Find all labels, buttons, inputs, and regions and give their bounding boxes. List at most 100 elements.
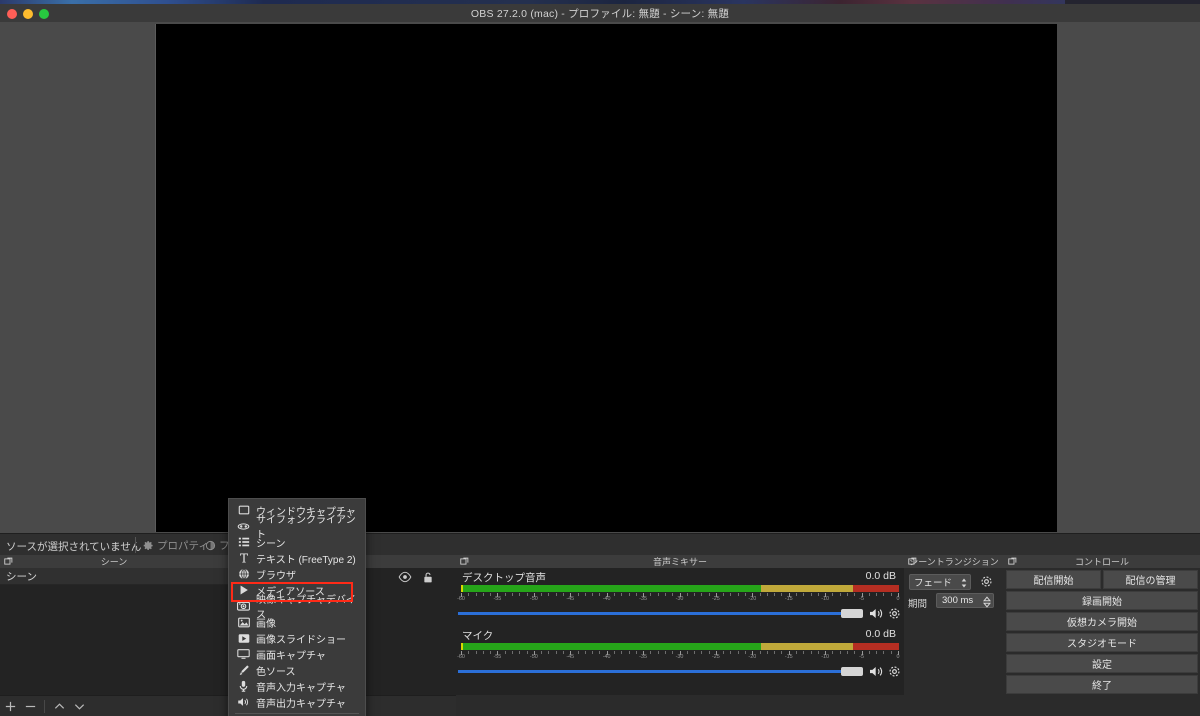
lock-icon[interactable] <box>422 571 434 585</box>
scenes-footer <box>0 695 228 716</box>
controls-dock-title: コントロール <box>1004 555 1200 568</box>
add-source-context-menu[interactable]: ウィンドウキャプチャ サイフォンクライアント シーン T テキスト (FreeType … <box>228 498 366 716</box>
meter-tick-label: -35 <box>639 654 647 660</box>
footer-divider <box>44 699 45 713</box>
scenes-list[interactable]: シーン <box>0 568 228 695</box>
play-icon <box>237 584 250 597</box>
volume-meter <box>461 585 899 592</box>
mixer-track-name: デスクトップ音声 <box>462 572 546 584</box>
menu-item-label: 画像スライドショー <box>256 634 346 646</box>
stepper-icon[interactable] <box>983 596 991 608</box>
meter-tick-label: 0 <box>896 654 900 660</box>
globe-icon <box>237 568 250 581</box>
display-icon <box>237 648 250 661</box>
mixer-dock-title: 音声ミキサー <box>456 555 904 568</box>
meter-tick-label: -15 <box>784 596 793 602</box>
source-status-label: ソースが選択されていません <box>6 541 142 553</box>
scene-name: シーン <box>6 570 37 583</box>
menu-item-2[interactable]: サイフォンクライアント <box>229 515 365 541</box>
slideshow-icon <box>237 632 250 645</box>
preview-canvas[interactable] <box>155 24 1057 532</box>
transition-settings-gear-icon[interactable] <box>980 575 993 588</box>
settings-button[interactable]: 設定 <box>1006 654 1198 673</box>
menu-item-4[interactable]: T テキスト (FreeType 2) <box>229 550 365 566</box>
volume-meter <box>461 643 899 650</box>
menu-item-label: 音声入力キャプチャ <box>256 682 346 694</box>
move-scene-down-button[interactable] <box>69 696 89 716</box>
meter-tick-label: -50 <box>529 596 538 602</box>
start-virtual-camera-button[interactable]: 仮想カメラ開始 <box>1006 612 1198 631</box>
speaker-icon <box>237 696 250 709</box>
menu-item-7[interactable]: 映像キャプチャデバイス <box>229 595 365 621</box>
meter-tick-label: -25 <box>712 654 720 660</box>
manage-broadcast-button[interactable]: 配信の管理 <box>1103 570 1198 589</box>
transition-select[interactable]: フェード <box>909 574 971 590</box>
meter-tick-label: -40 <box>602 596 611 602</box>
chevron-updown-icon[interactable] <box>960 577 968 589</box>
meter-tick-label: -20 <box>748 654 757 660</box>
meter-scale: -60 -55 -50 -45 -40 -35 -30 -25 -20 -15 -10 -5 0 <box>457 593 900 602</box>
menu-item-12[interactable]: 音声入力キャプチャ <box>229 678 365 694</box>
remove-scene-button[interactable] <box>20 696 40 716</box>
exit-button[interactable]: 終了 <box>1006 675 1198 694</box>
volume-slider[interactable] <box>456 605 904 621</box>
scenes-dock-title: シーン <box>0 555 228 568</box>
undock-icon[interactable] <box>908 557 917 566</box>
speaker-icon[interactable] <box>868 607 885 620</box>
scene-transitions-dock: シーントランジション フェード 期間 300 ms <box>904 555 1004 716</box>
source-toolbar: ソースが選択されていません プロパティ フィ <box>0 533 1200 555</box>
controls-title-label: コントロール <box>1074 557 1129 567</box>
undock-icon[interactable] <box>4 557 13 566</box>
duration-input[interactable]: 300 ms <box>936 593 994 608</box>
speaker-icon[interactable] <box>868 665 885 678</box>
syphon-icon <box>237 520 250 533</box>
window-icon <box>237 504 250 517</box>
menu-item-10[interactable]: 画面キャプチャ <box>229 646 365 662</box>
meter-tick-label: -30 <box>675 654 684 660</box>
meter-tick-label: -30 <box>675 596 684 602</box>
start-streaming-button[interactable]: 配信開始 <box>1006 570 1101 589</box>
meter-tick-label: -15 <box>784 654 793 660</box>
gear-icon[interactable] <box>888 607 901 620</box>
svg-text:T: T <box>239 552 247 564</box>
move-scene-up-button[interactable] <box>49 696 69 716</box>
list-item[interactable]: シーン <box>0 568 228 585</box>
mixer-track-name: マイク <box>462 630 494 642</box>
meter-tick-label: -10 <box>821 596 830 602</box>
menu-item-13[interactable]: 音声出力キャプチャ <box>229 694 365 710</box>
meter-tick-label: -60 <box>457 654 465 660</box>
menu-item-9[interactable]: 画像スライドショー <box>229 630 365 646</box>
preview-area[interactable] <box>0 22 1200 533</box>
undock-icon[interactable] <box>1008 557 1017 566</box>
meter-tick-label: -55 <box>493 596 502 602</box>
studio-mode-button[interactable]: スタジオモード <box>1006 633 1198 652</box>
menu-item-11[interactable]: 色ソース <box>229 662 365 678</box>
gear-icon <box>143 540 154 551</box>
menu-item-label: 画像 <box>256 618 276 630</box>
mixer-track: デスクトップ音声 0.0 dB -60 -55 -50 -45 -40 -35 -30 -25… <box>456 570 904 626</box>
meter-tick-label: -50 <box>529 654 538 660</box>
properties-button[interactable]: プロパティ <box>143 538 209 553</box>
controls-dock: コントロール 配信開始 配信の管理 録画開始 仮想カメラ開始 スタジオモード 設… <box>1004 555 1200 716</box>
menu-item-label: シーン <box>256 538 286 550</box>
undock-icon[interactable] <box>460 557 469 566</box>
chevron-up-icon <box>53 700 66 713</box>
text-icon: T <box>237 552 250 565</box>
menu-item-5[interactable]: ブラウザ <box>229 566 365 582</box>
brush-icon <box>237 664 250 677</box>
add-scene-button[interactable] <box>0 696 20 716</box>
volume-slider[interactable] <box>456 663 904 679</box>
gear-icon[interactable] <box>888 665 901 678</box>
menu-item-label: 画面キャプチャ <box>256 650 326 662</box>
eye-icon[interactable] <box>398 571 412 585</box>
transitions-dock-title: シーントランジション <box>904 555 1004 568</box>
start-recording-button[interactable]: 録画開始 <box>1006 591 1198 610</box>
menu-item-label: 色ソース <box>256 666 296 678</box>
meter-tick-label: -35 <box>639 596 647 602</box>
meter-tick-label: -10 <box>821 654 830 660</box>
meter-tick-label: -5 <box>859 654 864 660</box>
plus-icon <box>4 700 17 713</box>
meter-tick-label: -40 <box>602 654 611 660</box>
meter-tick-label: 0 <box>896 596 900 602</box>
meter-tick-label: -5 <box>859 596 864 602</box>
